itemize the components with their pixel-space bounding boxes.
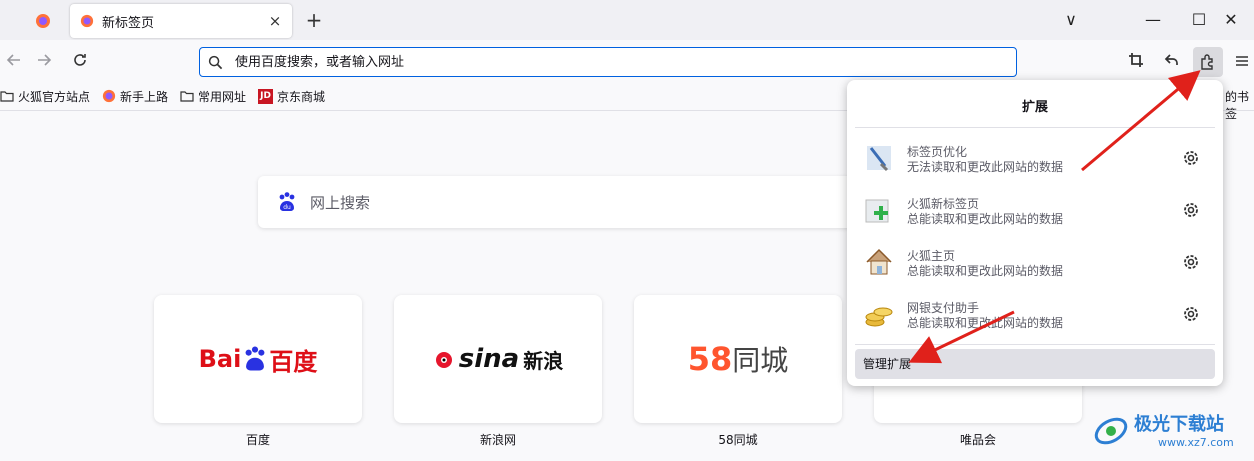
sina-eye-icon <box>435 352 452 368</box>
web-search-box[interactable]: du 网上搜索 <box>258 176 858 228</box>
bookmark-label: 新手上路 <box>120 89 169 104</box>
top-site-tile-58[interactable]: 58 同城 <box>634 295 842 423</box>
extension-item[interactable]: 火狐新标签页 总能读取和更改此网站的数据 <box>863 186 1207 234</box>
puzzle-piece-icon <box>1201 54 1213 70</box>
bookmark-label: 火狐官方站点 <box>18 89 91 104</box>
extension-desc: 无法读取和更改此网站的数据 <box>907 160 1064 174</box>
house-icon <box>866 248 892 275</box>
undo-close-button[interactable] <box>1158 50 1186 76</box>
baidu-paw-icon <box>245 346 265 371</box>
search-placeholder: 网上搜索 <box>310 193 371 212</box>
58-logo: 58 同城 <box>688 339 789 379</box>
extension-item[interactable]: 火狐主页 总能读取和更改此网站的数据 <box>863 238 1207 286</box>
bookmark-item[interactable]: 新手上路 <box>102 88 168 105</box>
tab-pinned-firefox[interactable] <box>22 8 64 34</box>
undo-arrow-icon <box>1164 54 1178 65</box>
tab-close-button[interactable]: × <box>264 12 286 30</box>
extension-desc: 总能读取和更改此网站的数据 <box>907 264 1064 278</box>
extension-desc: 总能读取和更改此网站的数据 <box>907 212 1064 226</box>
logo-text: Bai <box>198 345 242 373</box>
extension-item[interactable]: 网银支付助手 总能读取和更改此网站的数据 <box>863 290 1207 338</box>
top-site-tile-baidu[interactable]: Bai 百度 <box>154 295 362 423</box>
minimize-button[interactable]: — <box>1130 8 1176 32</box>
address-bar[interactable] <box>199 47 1017 77</box>
bookmarks-toolbar: 火狐官方站点 新手上路 常用网址 JD 京东商城 <box>0 84 337 108</box>
gear-icon[interactable] <box>1181 252 1201 272</box>
bookmark-item[interactable]: 火狐官方站点 <box>0 88 90 105</box>
screenshot-button[interactable] <box>1122 50 1150 76</box>
app-menu-button[interactable] <box>1230 50 1254 76</box>
extensions-button[interactable] <box>1193 47 1223 77</box>
extension-desc: 总能读取和更改此网站的数据 <box>907 316 1064 330</box>
back-button[interactable] <box>0 50 28 76</box>
bookmark-label: 京东商城 <box>277 89 326 104</box>
gear-icon[interactable] <box>1181 148 1201 168</box>
gear-icon[interactable] <box>1181 304 1201 324</box>
list-all-tabs-button[interactable]: ∨ <box>1048 8 1094 32</box>
address-input[interactable] <box>233 53 1016 71</box>
tab-new-tab[interactable]: 新标签页 × <box>70 4 292 38</box>
bookmark-label: 常用网址 <box>198 89 247 104</box>
reload-icon <box>74 54 86 66</box>
logo-text: 新浪 <box>523 348 564 373</box>
svg-text:du: du <box>283 204 291 211</box>
logo-text: 百度 <box>269 347 318 376</box>
crop-icon <box>1129 53 1143 67</box>
firefox-icon <box>36 14 50 28</box>
close-window-button[interactable]: ✕ <box>1208 8 1254 32</box>
bookmark-item[interactable]: 常用网址 <box>180 88 246 105</box>
forward-button[interactable] <box>30 50 58 76</box>
tile-label: 新浪网 <box>479 433 516 447</box>
back-arrow-icon <box>6 54 20 66</box>
watermark-logo-icon <box>1094 417 1128 445</box>
coins-icon <box>865 307 893 327</box>
folder-icon <box>0 91 14 102</box>
reload-button[interactable] <box>66 50 94 76</box>
tab-title: 新标签页 <box>102 15 155 31</box>
tile-label: 58同城 <box>718 433 758 447</box>
sina-logo: sina 新浪 <box>433 344 563 374</box>
panel-title: 扩展 <box>1021 100 1048 115</box>
panel-separator <box>855 344 1215 345</box>
logo-text: 58 <box>687 340 733 378</box>
firefox-icon <box>80 14 94 28</box>
panel-separator <box>855 127 1215 128</box>
gear-icon[interactable] <box>1181 200 1201 220</box>
extensions-panel: 扩展 标签页优化 无法读取和更改此网站的数据 火狐新标签页 总能读取和更改此网站… <box>847 80 1223 386</box>
manage-extensions-button[interactable]: 管理扩展 <box>855 349 1215 379</box>
baidu-paw-icon: du <box>279 192 295 211</box>
logo-text: 同城 <box>732 344 789 377</box>
logo-text: sina <box>458 344 520 374</box>
folder-icon <box>180 91 194 102</box>
tile-label: 百度 <box>245 433 270 447</box>
brush-icon <box>867 146 891 172</box>
tile-label: 唯品会 <box>959 433 996 447</box>
new-tab-button[interactable]: + <box>302 6 326 34</box>
other-bookmarks-label[interactable]: 的书签 <box>1225 88 1254 122</box>
forward-arrow-icon <box>38 54 52 66</box>
watermark: 极光下载站 www.xz7.com <box>1092 406 1252 458</box>
extension-item[interactable]: 标签页优化 无法读取和更改此网站的数据 <box>863 134 1207 182</box>
firefox-icon <box>102 89 116 103</box>
jd-icon: JD <box>258 88 274 104</box>
search-icon <box>208 55 223 69</box>
hamburger-menu-icon <box>1236 56 1248 66</box>
baidu-logo: Bai 百度 <box>199 342 318 377</box>
watermark-text: 极光下载站 <box>1134 414 1224 435</box>
top-site-tile-sina[interactable]: sina 新浪 <box>394 295 602 423</box>
bookmark-item[interactable]: JD 京东商城 <box>258 88 325 105</box>
new-tab-plus-icon <box>865 199 889 223</box>
watermark-url: www.xz7.com <box>1158 436 1234 449</box>
